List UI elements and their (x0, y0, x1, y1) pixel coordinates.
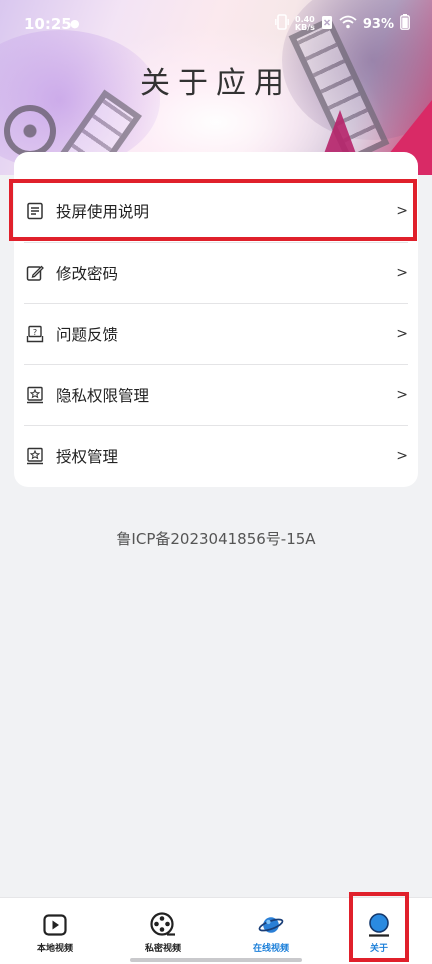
menu-item-label: 隐私权限管理 (56, 387, 150, 405)
nav-tab-label: 本地视频 (36, 944, 73, 954)
menu-item-label: 问题反馈 (56, 326, 119, 344)
menu-item-change-password[interactable]: 修改密码 > (24, 242, 408, 304)
svg-text:?: ? (33, 328, 37, 337)
menu-item-label: 授权管理 (56, 448, 119, 466)
nav-tab-label: 在线视频 (252, 944, 289, 954)
document-icon (24, 200, 46, 222)
status-bar: 10:25 ● 0.40 KB/s 93% (0, 0, 432, 50)
menu-item-privacy[interactable]: 隐私权限管理 > (24, 364, 408, 426)
menu-item-label: 修改密码 (56, 265, 119, 283)
feedback-icon: ? (24, 323, 46, 345)
chevron-right-icon: > (396, 448, 408, 464)
edit-icon (24, 262, 46, 284)
planet-icon (258, 912, 284, 938)
battery-text: 93% (362, 16, 394, 32)
chevron-right-icon: > (396, 203, 408, 219)
status-time: 10:25 (24, 15, 72, 33)
film-reel-decoration (4, 105, 56, 157)
menu-item-authorization[interactable]: 授权管理 > (24, 425, 408, 487)
sim-x-icon (321, 15, 333, 34)
battery-icon (400, 14, 410, 34)
page-title: 关于应用 (140, 66, 292, 101)
vibrate-icon (274, 14, 289, 34)
chevron-right-icon: > (396, 265, 408, 281)
chevron-right-icon: > (396, 326, 408, 342)
nav-tab-label: 私密视频 (144, 944, 181, 954)
chevron-right-icon: > (396, 387, 408, 403)
icp-license: 鲁ICP备2023041856号-15A (116, 530, 316, 548)
wifi-icon (339, 15, 357, 33)
authorization-icon (24, 445, 46, 467)
highlight-box (349, 892, 409, 962)
status-right: 0.40 KB/s 93% (274, 14, 410, 34)
net-speed: 0.40 KB/s (295, 16, 315, 32)
nav-tab-private-video[interactable]: 私密视频 (138, 898, 188, 962)
film-reel-icon (150, 912, 176, 938)
privacy-icon (24, 384, 46, 406)
menu-item-label: 投屏使用说明 (56, 203, 150, 221)
paw-icon: ● (70, 17, 80, 30)
home-indicator (130, 958, 302, 962)
menu-item-feedback[interactable]: ? 问题反馈 > (24, 303, 408, 365)
nav-tab-local-video[interactable]: 本地视频 (30, 898, 80, 962)
play-icon (42, 912, 68, 938)
settings-card: 投屏使用说明 > 修改密码 > ? 问题反馈 > 隐私权限管理 > 授权管理 > (14, 152, 418, 487)
menu-item-cast-guide[interactable]: 投屏使用说明 > (24, 180, 408, 242)
net-speed-unit: KB/s (294, 23, 315, 32)
nav-tab-online-video[interactable]: 在线视频 (246, 898, 296, 962)
